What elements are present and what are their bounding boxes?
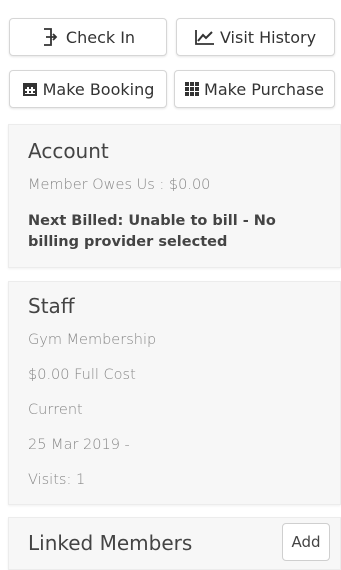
visits-count: Visits: 1: [28, 472, 86, 488]
make-purchase-button[interactable]: Make Purchase: [174, 70, 335, 108]
grid-icon: [185, 82, 200, 96]
account-panel: Account Member Owes Us : $0.00 Next Bill…: [8, 124, 341, 268]
next-billed-text: Next Billed: Unable to bill - No billing…: [28, 213, 276, 250]
membership-name: Gym Membership: [28, 332, 157, 348]
linked-members-title: Linked Members: [28, 531, 193, 555]
make-booking-button[interactable]: Make Booking: [9, 70, 167, 108]
linked-members-panel: Linked Members Add: [8, 517, 341, 570]
check-in-button[interactable]: Check In: [9, 18, 167, 56]
membership-cost: $0.00 Full Cost: [28, 367, 136, 383]
membership-date: 25 Mar 2019 -: [28, 437, 130, 453]
membership-title: Staff: [28, 294, 75, 318]
visit-history-label: Visit History: [219, 27, 317, 47]
make-booking-label: Make Booking: [42, 79, 155, 99]
sign-in-icon: [41, 28, 61, 46]
member-owes-text: Member Owes Us : $0.00: [28, 177, 211, 193]
line-chart-icon: [195, 29, 215, 45]
add-linked-member-button[interactable]: Add: [282, 523, 330, 561]
membership-panel: Staff Gym Membership $0.00 Full Cost Cur…: [8, 281, 341, 505]
visit-history-button[interactable]: Visit History: [176, 18, 335, 56]
account-title: Account: [28, 139, 109, 163]
membership-status: Current: [28, 402, 83, 418]
calendar-icon: [22, 81, 38, 97]
make-purchase-label: Make Purchase: [204, 79, 324, 99]
check-in-label: Check In: [65, 27, 136, 47]
